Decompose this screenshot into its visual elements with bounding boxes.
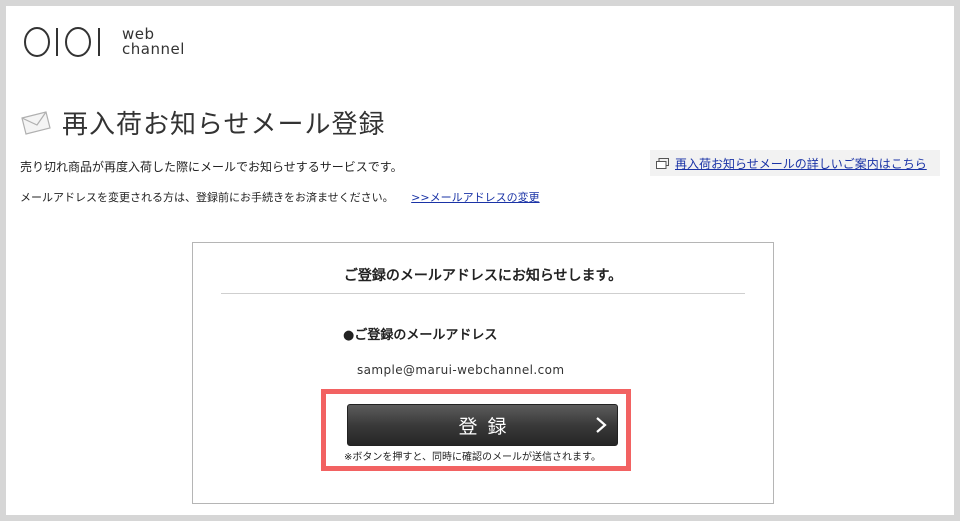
- logo-text-channel: channel: [122, 40, 185, 58]
- site-logo[interactable]: web channel: [22, 24, 185, 60]
- registration-panel: ご登録のメールアドレスにお知らせします。 ●ご登録のメールアドレス sample…: [192, 242, 774, 504]
- window-icon: [656, 157, 669, 169]
- email-change-note: メールアドレスを変更される方は、登録前にお手続きをお済ませください。 >>メール…: [20, 189, 540, 205]
- guide-link-box: 再入荷お知らせメールの詳しいご案内はこちら: [650, 150, 940, 176]
- email-change-note-text: メールアドレスを変更される方は、登録前にお手続きをお済ませください。: [20, 191, 394, 204]
- oioi-logo-icon: [24, 27, 100, 57]
- page-title: 再入荷お知らせメール登録: [62, 110, 386, 140]
- page-frame: web channel 再入荷お知らせメール登録 売り切れ商品が再度入荷した際に…: [6, 6, 954, 515]
- page-title-row: 再入荷お知らせメール登録: [20, 104, 385, 141]
- register-highlight-box: 登録 ※ボタンを押すと、同時に確認のメールが送信されます。: [321, 389, 631, 471]
- email-value: sample@marui-webchannel.com: [357, 363, 565, 377]
- main-content: 再入荷お知らせメール登録 売り切れ商品が再度入荷した際にメールでお知らせするサー…: [6, 78, 954, 515]
- email-change-link[interactable]: >>メールアドレスの変更: [411, 191, 539, 204]
- register-button[interactable]: 登録: [347, 404, 618, 446]
- panel-divider: [221, 293, 745, 294]
- chevron-right-icon: [596, 417, 607, 433]
- site-header: web channel: [6, 6, 954, 78]
- envelope-icon: [21, 110, 51, 135]
- service-description: 売り切れ商品が再度入荷した際にメールでお知らせするサービスです。: [20, 160, 403, 174]
- email-label: ●ご登録のメールアドレス: [343, 328, 498, 343]
- register-button-note: ※ボタンを押すと、同時に確認のメールが送信されます。: [344, 452, 601, 463]
- logo-wordmark: web channel: [122, 27, 185, 57]
- register-button-label: 登録: [458, 415, 517, 438]
- guide-link[interactable]: 再入荷お知らせメールの詳しいご案内はこちら: [675, 155, 927, 172]
- panel-heading: ご登録のメールアドレスにお知らせします。: [343, 268, 623, 284]
